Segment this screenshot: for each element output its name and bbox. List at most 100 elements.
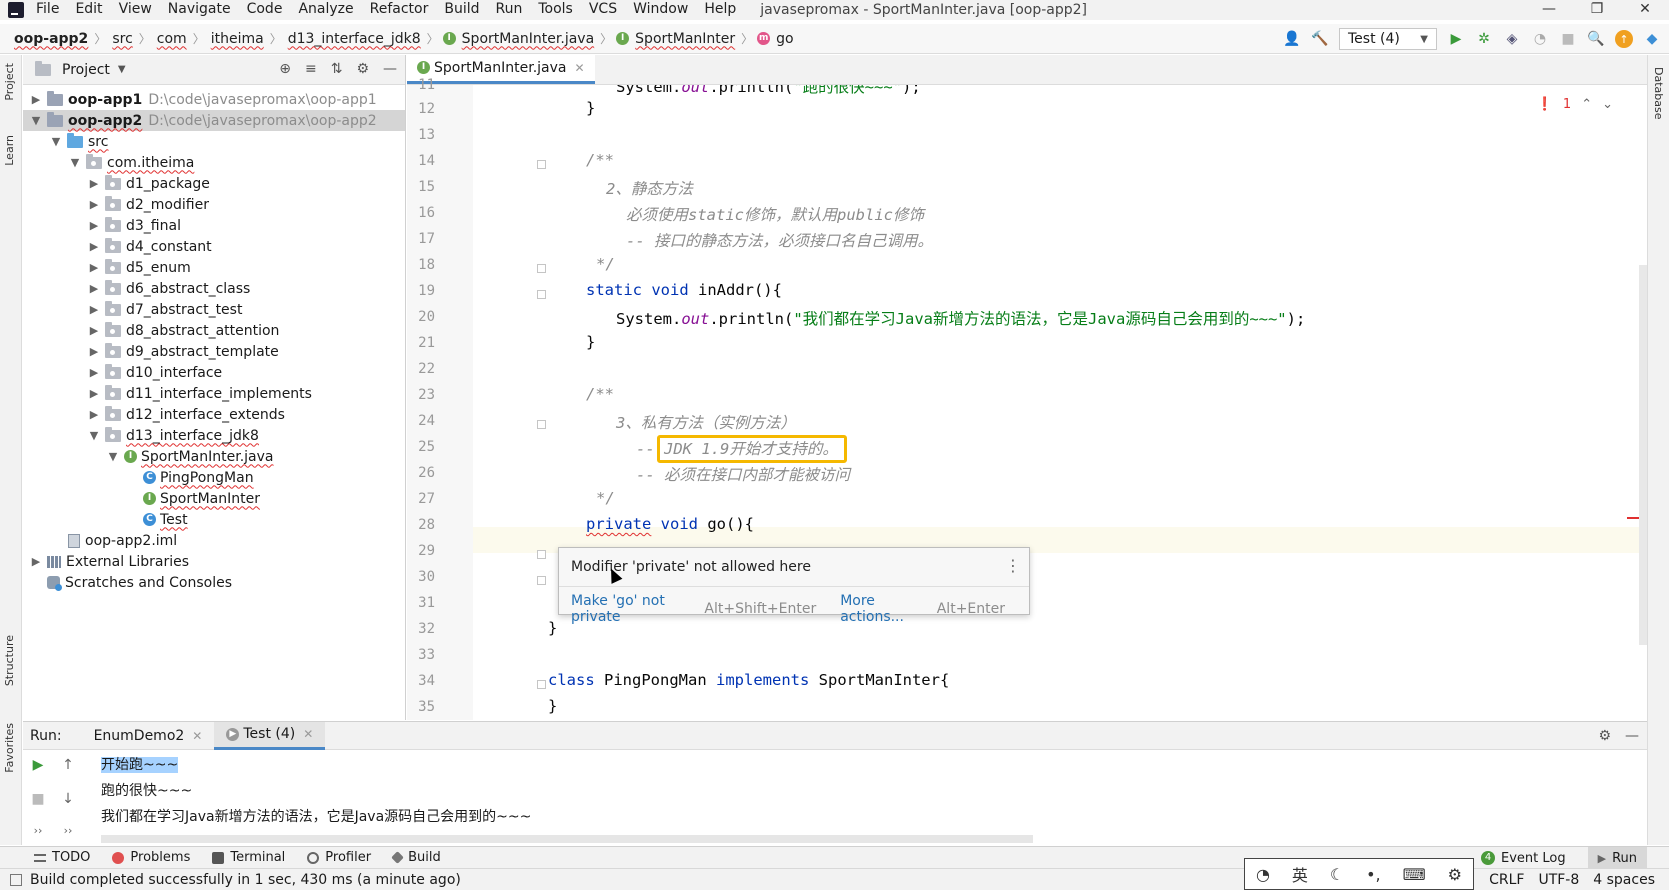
tree-item-package[interactable]: ▶ d9_abstract_template: [87, 341, 279, 362]
tree-item-package[interactable]: ▶ d12_interface_extends: [87, 404, 285, 425]
ime-logo-icon[interactable]: ◔: [1256, 865, 1270, 884]
chevron-down-icon[interactable]: ▼: [106, 450, 120, 463]
fold-marker-icon[interactable]: [537, 290, 546, 299]
stripe-favorites[interactable]: Favorites: [3, 723, 16, 773]
chevron-right-icon[interactable]: ▶: [87, 366, 101, 379]
menu-file[interactable]: File: [34, 0, 67, 20]
collapse-all-icon[interactable]: ⇅: [331, 61, 343, 77]
chevron-right-icon[interactable]: ▶: [87, 408, 101, 421]
run-tab-enumdemo2[interactable]: EnumDemo2 ✕: [82, 722, 215, 750]
fold-marker-icon[interactable]: [537, 550, 546, 559]
editor-scrollbar[interactable]: [1639, 265, 1647, 645]
chevron-right-icon[interactable]: ▶: [87, 345, 101, 358]
chevron-right-icon[interactable]: ▶: [87, 198, 101, 211]
close-button[interactable]: ✕: [1621, 0, 1669, 20]
update-icon[interactable]: ↑: [1615, 30, 1633, 48]
build-hammer-icon[interactable]: 🔨: [1311, 30, 1329, 48]
tree-item-file[interactable]: ▼ I SportManInter.java: [106, 446, 274, 467]
stop-icon[interactable]: ■: [29, 790, 47, 808]
tree-item-oop-app2[interactable]: ▼ oop-app2 D:\code\javasepromax\oop-app2: [23, 110, 405, 131]
close-icon[interactable]: ✕: [574, 61, 584, 75]
line-separator[interactable]: CRLF: [1489, 872, 1524, 888]
ime-language-toggle[interactable]: 英: [1292, 862, 1308, 886]
chevron-up-icon[interactable]: ⌃: [1581, 97, 1592, 112]
menu-edit[interactable]: Edit: [67, 0, 110, 20]
breadcrumb-file[interactable]: SportManInter.java: [460, 31, 596, 47]
hide-icon[interactable]: —: [1625, 728, 1639, 744]
tree-item-scratches[interactable]: Scratches and Consoles: [47, 572, 232, 593]
breadcrumb-src[interactable]: src: [110, 31, 134, 47]
keyboard-icon[interactable]: ⌨: [1403, 865, 1426, 884]
status-message[interactable]: Build completed successfully in 1 sec, 4…: [30, 872, 461, 888]
chevron-right-icon[interactable]: ▶: [87, 387, 101, 400]
tree-item-package[interactable]: ▶ d6_abstract_class: [87, 278, 250, 299]
breadcrumb-method[interactable]: go: [774, 31, 795, 47]
more-actions-link[interactable]: More actions...: [840, 593, 925, 625]
menu-view[interactable]: View: [111, 0, 160, 20]
profiler-icon[interactable]: ◔: [1531, 30, 1549, 48]
jetbrains-toolbox-icon[interactable]: ◆: [1643, 30, 1661, 48]
tool-tab-profiler[interactable]: Profiler: [307, 850, 371, 865]
tree-item-package[interactable]: ▶ d7_abstract_test: [87, 299, 242, 320]
menu-refactor[interactable]: Refactor: [362, 0, 437, 20]
minimize-button[interactable]: —: [1525, 0, 1573, 20]
user-icon[interactable]: 👤: [1283, 30, 1301, 48]
chevron-right-icon[interactable]: ▶: [87, 219, 101, 232]
chevron-down-icon[interactable]: ▼: [68, 156, 82, 169]
status-checkbox-icon[interactable]: [10, 873, 22, 886]
rerun-icon[interactable]: ▶: [29, 756, 47, 774]
run-tab-test4[interactable]: ▶ Test (4) ✕: [214, 721, 326, 750]
tree-item-oop-app1[interactable]: ▶ oop-app1 D:\code\javasepromax\oop-app1: [29, 89, 377, 110]
debug-icon[interactable]: ✲: [1475, 30, 1493, 48]
menu-vcs[interactable]: VCS: [581, 0, 625, 20]
tree-item-package[interactable]: ▶ d2_modifier: [87, 194, 209, 215]
menu-help[interactable]: Help: [696, 0, 744, 20]
fold-marker-icon[interactable]: [537, 264, 546, 273]
menu-build[interactable]: Build: [436, 0, 487, 20]
fold-marker-icon[interactable]: [537, 160, 546, 169]
file-encoding[interactable]: UTF-8: [1538, 872, 1579, 888]
tree-item-package[interactable]: ▶ d10_interface: [87, 362, 222, 383]
error-stripe-marker[interactable]: [1627, 517, 1639, 519]
tool-tab-terminal[interactable]: Terminal: [212, 850, 285, 865]
gear-icon[interactable]: ⚙: [356, 61, 369, 77]
chevron-down-icon[interactable]: ▼: [29, 114, 43, 127]
breadcrumb-itheima[interactable]: itheima: [209, 31, 266, 47]
menu-run[interactable]: Run: [488, 0, 531, 20]
breadcrumb-package[interactable]: d13_interface_jdk8: [286, 31, 423, 47]
menu-navigate[interactable]: Navigate: [160, 0, 239, 20]
chevron-down-icon[interactable]: ▼: [49, 135, 63, 148]
locate-icon[interactable]: ⊕: [279, 61, 291, 77]
run-icon[interactable]: ▶: [1447, 30, 1465, 48]
tool-tab-event-log[interactable]: 4 Event Log: [1481, 851, 1566, 866]
more-icon[interactable]: ››: [29, 822, 47, 840]
tree-item-package[interactable]: ▶ d1_package: [87, 173, 210, 194]
close-icon[interactable]: ✕: [303, 727, 313, 741]
tree-item-src[interactable]: ▼ src: [49, 131, 108, 152]
expand-all-icon[interactable]: ≡: [305, 61, 317, 77]
tree-item-external-libraries[interactable]: ▶ External Libraries: [29, 551, 189, 572]
chevron-right-icon[interactable]: ▶: [29, 555, 43, 568]
project-panel-title[interactable]: Project: [62, 62, 110, 78]
tool-tab-problems[interactable]: Problems: [112, 850, 190, 865]
inspection-widget[interactable]: ❗ 1 ⌃ ⌄: [1537, 97, 1613, 112]
menu-code[interactable]: Code: [239, 0, 291, 20]
menu-tools[interactable]: Tools: [530, 0, 581, 20]
restore-button[interactable]: ❐: [1573, 0, 1621, 20]
punctuation-icon[interactable]: •,: [1366, 865, 1381, 884]
tree-item-class[interactable]: C Test: [143, 509, 188, 530]
hide-icon[interactable]: —: [383, 61, 397, 77]
chevron-right-icon[interactable]: ▶: [29, 93, 43, 106]
console-scrollbar[interactable]: [101, 835, 1033, 843]
menu-window[interactable]: Window: [625, 0, 696, 20]
stripe-project[interactable]: Project: [3, 63, 16, 101]
more-icon[interactable]: ››: [59, 822, 77, 840]
chevron-right-icon[interactable]: ▶: [87, 177, 101, 190]
tree-item-package[interactable]: ▶ d5_enum: [87, 257, 191, 278]
stripe-database[interactable]: Database: [1652, 67, 1665, 120]
chevron-right-icon[interactable]: ▶: [87, 282, 101, 295]
tree-item-package[interactable]: ▶ d4_constant: [87, 236, 212, 257]
gear-icon[interactable]: ⚙: [1448, 865, 1462, 884]
stripe-structure[interactable]: Structure: [3, 635, 16, 686]
tree-item-package[interactable]: ▶ d8_abstract_attention: [87, 320, 279, 341]
